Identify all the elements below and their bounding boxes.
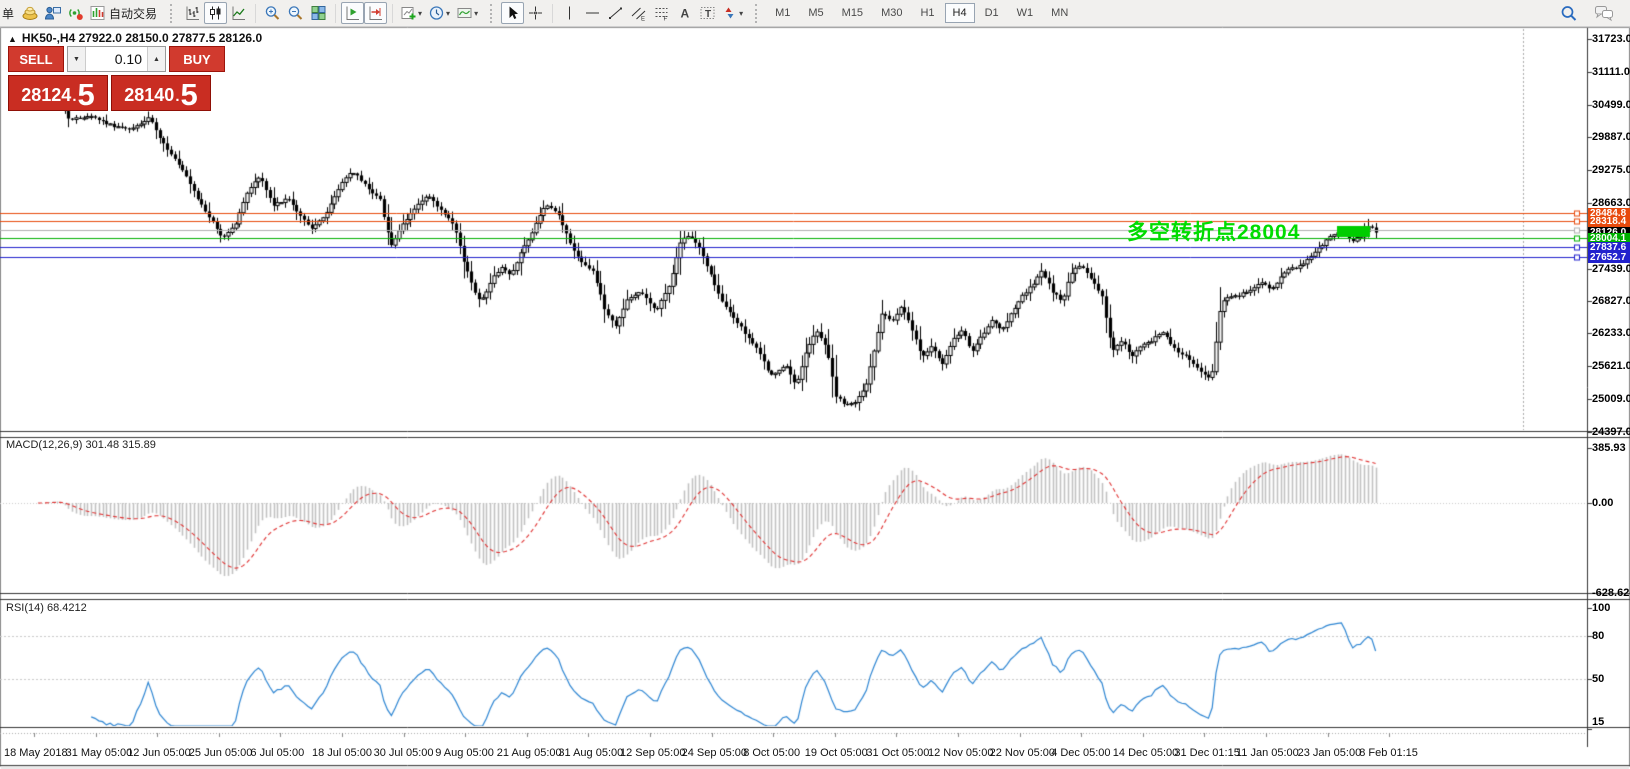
tf-mn-button[interactable]: MN bbox=[1043, 3, 1076, 23]
new-chart-button[interactable]: ▾ bbox=[398, 2, 426, 24]
cursor-button[interactable] bbox=[501, 2, 524, 24]
volume-spinner: ▼ 0.10 ▲ bbox=[67, 46, 166, 72]
tf-m30-button[interactable]: M30 bbox=[873, 3, 910, 23]
line-chart-button[interactable] bbox=[227, 2, 250, 24]
buy-price-frac: 5 bbox=[180, 80, 197, 109]
toolbar: 单 自动交易 ▾ ▾ ▾ E F A T ▾ M1M5M15M30H1H4D1W1MN bbox=[0, 0, 1630, 27]
one-click-trading-panel: SELL ▼ 0.10 ▲ BUY 28124.5 28140.5 bbox=[8, 46, 225, 111]
tf-w1-button[interactable]: W1 bbox=[1009, 3, 1042, 23]
collapse-arrow-icon[interactable]: ▲ bbox=[8, 34, 17, 44]
profiles-button-dropdown-icon[interactable]: ▾ bbox=[446, 9, 450, 18]
toolbar-separator bbox=[552, 4, 553, 23]
volume-decrease-button[interactable]: ▼ bbox=[68, 47, 86, 71]
toolbar-separator bbox=[335, 4, 336, 23]
channel-button[interactable]: E bbox=[627, 2, 650, 24]
tf-m15-button[interactable]: M15 bbox=[834, 3, 871, 23]
autotrading-button[interactable]: 自动交易 bbox=[87, 2, 162, 24]
trendline-button[interactable] bbox=[604, 2, 627, 24]
crosshair-button[interactable] bbox=[524, 2, 547, 24]
zoom-out-button[interactable] bbox=[284, 2, 307, 24]
toolbar-separator bbox=[392, 4, 393, 23]
templates-button-dropdown-icon[interactable]: ▾ bbox=[474, 9, 478, 18]
label-button[interactable]: T bbox=[696, 2, 719, 24]
profiles-button[interactable]: ▾ bbox=[426, 2, 454, 24]
sell-price-display[interactable]: 28124.5 bbox=[8, 75, 108, 111]
sell-price-dot: . bbox=[72, 85, 76, 109]
toolbar-right bbox=[1557, 2, 1630, 24]
svg-text:A: A bbox=[681, 7, 690, 21]
community-icon[interactable] bbox=[41, 2, 64, 24]
templates-button[interactable]: ▾ bbox=[454, 2, 482, 24]
tile-windows-button[interactable] bbox=[307, 2, 330, 24]
buy-button[interactable]: BUY bbox=[169, 46, 225, 72]
sell-price-int: 28124 bbox=[21, 82, 71, 109]
signals-icon[interactable] bbox=[64, 2, 87, 24]
fibonacci-button[interactable]: F bbox=[650, 2, 673, 24]
buy-price-dot: . bbox=[175, 85, 179, 109]
buy-price-int: 28140 bbox=[124, 82, 174, 109]
zoom-in-button[interactable] bbox=[261, 2, 284, 24]
auto-scroll-button[interactable] bbox=[341, 2, 364, 24]
text-button[interactable]: A bbox=[673, 2, 696, 24]
horizontal-line-button[interactable] bbox=[581, 2, 604, 24]
vertical-line-button[interactable] bbox=[558, 2, 581, 24]
new-order-icon[interactable] bbox=[18, 2, 41, 24]
toolbar-separator bbox=[255, 4, 256, 23]
sell-price-frac: 5 bbox=[77, 80, 94, 109]
svg-text:F: F bbox=[664, 17, 668, 22]
sell-button[interactable]: SELL bbox=[8, 46, 64, 72]
arrows-button[interactable]: ▾ bbox=[719, 2, 747, 24]
svg-text:E: E bbox=[641, 17, 645, 22]
new-chart-button-dropdown-icon[interactable]: ▾ bbox=[418, 9, 422, 18]
volume-input[interactable]: 0.10 bbox=[86, 47, 147, 71]
toolbar-grip bbox=[490, 4, 496, 23]
svg-text:T: T bbox=[705, 9, 711, 20]
chat-button[interactable] bbox=[1592, 2, 1616, 24]
order-label: 单 bbox=[2, 5, 14, 22]
bar-chart-button[interactable] bbox=[181, 2, 204, 24]
candlestick-button[interactable] bbox=[204, 2, 227, 24]
tf-m1-button[interactable]: M1 bbox=[767, 3, 798, 23]
volume-increase-button[interactable]: ▲ bbox=[147, 47, 165, 71]
chart-canvas[interactable] bbox=[0, 0, 1630, 769]
tf-m5-button[interactable]: M5 bbox=[800, 3, 831, 23]
search-button[interactable] bbox=[1557, 2, 1580, 24]
tf-h1-button[interactable]: H1 bbox=[912, 3, 942, 23]
buy-price-display[interactable]: 28140.5 bbox=[111, 75, 211, 111]
toolbar-grip bbox=[170, 4, 176, 23]
tf-d1-button[interactable]: D1 bbox=[977, 3, 1007, 23]
tf-h4-button[interactable]: H4 bbox=[945, 3, 975, 23]
arrows-button-dropdown-icon[interactable]: ▾ bbox=[739, 9, 743, 18]
chart-shift-button[interactable] bbox=[364, 2, 387, 24]
toolbar-grip bbox=[755, 4, 761, 23]
